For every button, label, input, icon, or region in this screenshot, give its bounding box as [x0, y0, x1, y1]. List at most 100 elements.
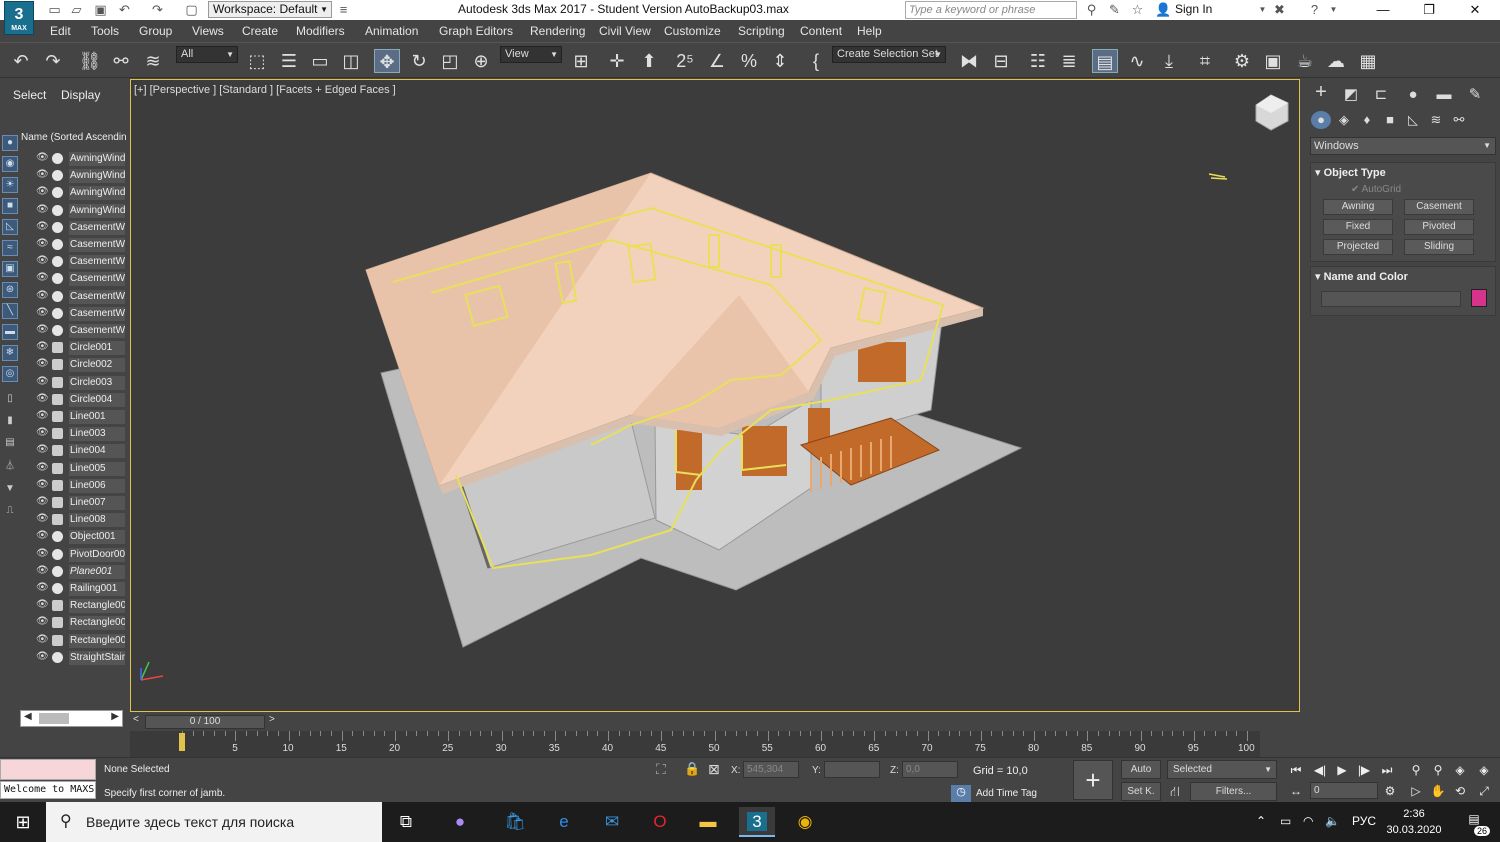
taskbar-clock[interactable]: 2:36 30.03.2020 — [1382, 806, 1446, 838]
bind-space-warp-icon[interactable]: ≋ — [140, 49, 166, 73]
render-production-icon[interactable]: ☕ — [1292, 49, 1318, 73]
undo-icon[interactable]: ↶ — [8, 49, 34, 73]
visibility-eye-icon[interactable]: 👁 — [36, 290, 49, 301]
key-mode-toggle-icon[interactable]: ↔ — [1286, 782, 1306, 800]
time-slider-next-icon[interactable]: > — [269, 714, 275, 725]
geometry-icon[interactable]: ● — [1311, 111, 1331, 129]
save-icon[interactable]: ▣ — [93, 2, 108, 17]
go-to-start-icon[interactable]: ⏮ — [1286, 761, 1306, 779]
object-color-swatch[interactable] — [1471, 289, 1487, 307]
isolate-selection-icon[interactable]: ⛶ — [656, 761, 666, 778]
time-slider-prev-icon[interactable]: < — [133, 714, 139, 725]
menu-group[interactable]: Group — [139, 24, 172, 38]
set-key-button[interactable]: Set K. — [1121, 782, 1161, 801]
orbit-icon[interactable]: ⟲ — [1450, 782, 1470, 800]
visibility-eye-icon[interactable]: 👁 — [36, 221, 49, 232]
close-window-button[interactable]: ✕ — [1452, 0, 1498, 20]
angle-snap-icon[interactable]: ∠ — [704, 49, 730, 73]
list-item[interactable]: 👁 AwningWindow — [34, 184, 126, 201]
input-language[interactable]: РУС — [1352, 814, 1376, 828]
sliding-button[interactable]: Sliding — [1404, 239, 1474, 255]
select-manipulate-icon[interactable]: ✛ — [604, 49, 630, 73]
select-object-icon[interactable]: ⬚ — [244, 49, 270, 73]
systems-icon[interactable]: ⚯ — [1449, 111, 1469, 129]
menu-rendering[interactable]: Rendering — [530, 24, 585, 38]
list-item[interactable]: 👁 Circle004 — [34, 391, 126, 408]
zoom-extents-all-icon[interactable]: ◈ — [1474, 761, 1494, 779]
create-tab-icon[interactable]: + — [1310, 81, 1332, 103]
display-containers-icon[interactable]: ▬ — [2, 324, 18, 340]
window-crossing-icon[interactable]: ◫ — [338, 49, 364, 73]
cortana-icon[interactable]: ● — [442, 807, 478, 837]
pivot-center-icon[interactable]: ⊞ — [568, 49, 594, 73]
visibility-eye-icon[interactable]: 👁 — [36, 152, 49, 163]
display-space-warps-icon[interactable]: ≈ — [2, 240, 18, 256]
display-all-icon[interactable]: ▯ — [2, 392, 18, 408]
mail-icon[interactable]: ✉ — [594, 807, 630, 837]
snaps-toggle-icon[interactable]: 2⁵ — [672, 49, 698, 73]
keyboard-shortcut-override-icon[interactable]: ⬆ — [636, 49, 662, 73]
redo-icon[interactable]: ↷ — [150, 2, 165, 17]
scroll-thumb[interactable] — [39, 713, 69, 724]
file-explorer-icon[interactable]: ▬ — [690, 807, 726, 837]
menu-create[interactable]: Create — [242, 24, 278, 38]
lights-icon[interactable]: ♦ — [1357, 111, 1377, 129]
named-selection-icon[interactable]: { — [803, 49, 829, 73]
list-item[interactable]: 👁 AwningWindow — [34, 202, 126, 219]
toggle-ribbon-icon[interactable]: ▤ — [1092, 49, 1118, 73]
list-item[interactable]: 👁 Rectangle001 — [34, 597, 126, 614]
exchange-apps-icon[interactable]: ✖ — [1272, 2, 1287, 17]
list-item[interactable]: 👁 PivotDoor001 — [34, 546, 126, 563]
curve-editor-icon[interactable]: ∿ — [1124, 49, 1150, 73]
visibility-eye-icon[interactable]: 👁 — [36, 479, 49, 490]
workspace-dropdown[interactable]: Workspace: Default ▼ — [208, 1, 332, 18]
set-key-big-button[interactable]: + — [1073, 760, 1113, 800]
edge-browser-icon[interactable]: e — [546, 807, 582, 837]
selection-lock-icon[interactable]: 🔒 — [684, 761, 700, 777]
reference-coordinate-dropdown[interactable]: View ▼ — [500, 46, 562, 63]
play-icon[interactable]: ▶ — [1332, 761, 1352, 779]
visibility-eye-icon[interactable]: 👁 — [36, 324, 49, 335]
display-none-icon[interactable]: ▮ — [2, 414, 18, 430]
pivoted-button[interactable]: Pivoted — [1404, 219, 1474, 235]
list-item[interactable]: 👁 AwningWindow — [34, 150, 126, 167]
pan-view-icon[interactable]: ✋ — [1428, 782, 1448, 800]
list-item[interactable]: 👁 Line004 — [34, 442, 126, 459]
link-icon[interactable]: ⛓ — [77, 49, 103, 73]
visibility-eye-icon[interactable]: 👁 — [36, 444, 49, 455]
filter-toggle-icon[interactable]: ▼ — [2, 482, 18, 498]
list-item[interactable]: 👁 Line008 — [34, 511, 126, 528]
object-category-dropdown[interactable]: Windows ▼ — [1310, 137, 1496, 155]
communication-icon[interactable]: ✎ — [1107, 2, 1122, 17]
awning-button[interactable]: Awning — [1323, 199, 1393, 215]
name-and-color-header[interactable]: ▾ Name and Color — [1315, 270, 1408, 283]
help-icon[interactable]: ? — [1307, 2, 1322, 17]
scene-explorer-toggle-icon[interactable]: ☷ — [1025, 49, 1051, 73]
display-particles-icon[interactable]: ❄ — [2, 345, 18, 361]
list-item[interactable]: 👁 Line006 — [34, 477, 126, 494]
auto-key-button[interactable]: Auto — [1121, 760, 1161, 779]
rendered-frame-window-icon[interactable]: ▣ — [1260, 49, 1286, 73]
hierarchy-tab-icon[interactable]: ⊏ — [1370, 84, 1392, 106]
select-rotate-icon[interactable]: ↻ — [406, 49, 432, 73]
list-item[interactable]: 👁 CasementWindow — [34, 236, 126, 253]
invert-display-icon[interactable]: ▤ — [2, 436, 18, 452]
visibility-eye-icon[interactable]: 👁 — [36, 393, 49, 404]
visibility-eye-icon[interactable]: 👁 — [36, 427, 49, 438]
go-to-end-icon[interactable]: ⏭ — [1377, 761, 1397, 779]
autogrid-checkbox[interactable]: ✔ AutoGrid — [1351, 184, 1401, 195]
visibility-eye-icon[interactable]: 👁 — [36, 410, 49, 421]
menu-help[interactable]: Help — [857, 24, 882, 38]
visibility-eye-icon[interactable]: 👁 — [36, 548, 49, 559]
list-item[interactable]: 👁 CasementWindow — [34, 305, 126, 322]
list-item[interactable]: 👁 StraightStair001 — [34, 649, 126, 666]
display-frozen-icon[interactable]: ◎ — [2, 366, 18, 382]
schematic-view-icon[interactable]: ⤓ — [1156, 49, 1182, 73]
visibility-eye-icon[interactable]: 👁 — [36, 462, 49, 473]
projected-button[interactable]: Projected — [1323, 239, 1393, 255]
chrome-browser-icon[interactable]: ◉ — [787, 807, 823, 837]
display-cameras-icon[interactable]: ■ — [2, 198, 18, 214]
previous-frame-icon[interactable]: ◀| — [1310, 761, 1330, 779]
list-item[interactable]: 👁 Line003 — [34, 425, 126, 442]
scroll-left-icon[interactable]: ◀ — [24, 711, 32, 722]
